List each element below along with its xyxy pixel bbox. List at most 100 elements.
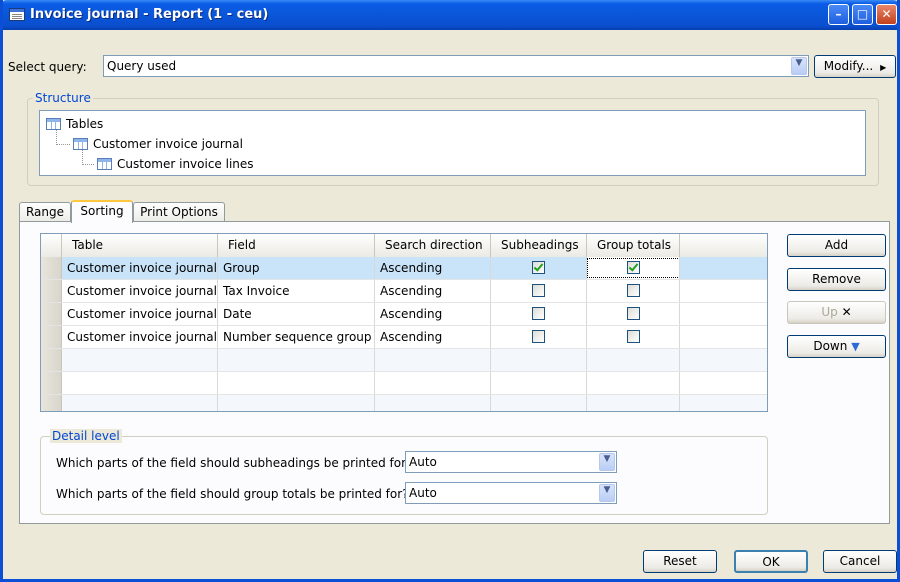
empty-cell	[218, 395, 375, 411]
tree-node-customer-invoice-journal[interactable]: Customer invoice journal	[73, 137, 243, 151]
tree-node-label: Customer invoice journal	[93, 137, 243, 151]
empty-cell	[491, 395, 587, 411]
table-row[interactable]: Customer invoice journal Tax Invoice Asc…	[41, 280, 767, 303]
structure-tree[interactable]: Tables Customer invoice journal Customer…	[39, 110, 866, 176]
table-row[interactable]: Customer invoice journal Date Ascending	[41, 303, 767, 326]
column-header-search-direction[interactable]: Search direction	[375, 234, 491, 257]
cancel-button[interactable]: Cancel	[823, 550, 897, 573]
tree-node-label: Tables	[66, 117, 104, 131]
table-icon	[73, 138, 88, 150]
tables-icon	[46, 118, 61, 130]
cell-subheadings	[491, 257, 587, 279]
cell-table[interactable]: Customer invoice journal	[62, 326, 218, 348]
sorting-grid[interactable]: Table Field Search direction Subheadings…	[40, 233, 768, 412]
cell-group-totals	[587, 326, 680, 348]
row-selector[interactable]	[41, 257, 62, 279]
totals-question-label: Which parts of the field should group to…	[56, 487, 409, 501]
empty-cell	[587, 395, 680, 411]
column-header-group-totals[interactable]: Group totals	[587, 234, 680, 257]
detail-level-group	[40, 436, 768, 515]
up-button[interactable]: Up ✕	[787, 301, 886, 324]
cell-group-totals	[587, 303, 680, 325]
tree-node-customer-invoice-lines[interactable]: Customer invoice lines	[97, 157, 254, 171]
cell-field[interactable]: Date	[218, 303, 375, 325]
tab-print-options[interactable]: Print Options	[133, 202, 225, 222]
group-totals-checkbox[interactable]	[627, 307, 640, 320]
totals-detail-combobox[interactable]: Auto ▼	[405, 482, 617, 504]
ok-button[interactable]: OK	[734, 550, 808, 573]
up-arrow-icon: ✕	[841, 305, 852, 319]
tab-sorting[interactable]: Sorting	[71, 200, 133, 223]
cell-table[interactable]: Customer invoice journal	[62, 257, 218, 279]
select-query-combobox[interactable]: Query used ▼	[103, 55, 809, 77]
cell-field[interactable]: Tax Invoice	[218, 280, 375, 302]
chevron-down-icon[interactable]: ▼	[791, 57, 807, 75]
cell-search-direction[interactable]: Ascending	[375, 280, 491, 302]
cell-search-direction[interactable]: Ascending	[375, 326, 491, 348]
group-totals-checkbox[interactable]	[627, 330, 640, 343]
column-header-field[interactable]: Field	[218, 234, 375, 257]
reset-button[interactable]: Reset	[643, 550, 717, 573]
row-selector[interactable]	[41, 280, 62, 302]
tree-node-label: Customer invoice lines	[117, 157, 254, 171]
row-selector[interactable]	[41, 303, 62, 325]
close-button[interactable]: ✕	[876, 4, 897, 25]
group-totals-checkbox[interactable]	[627, 284, 640, 297]
window-title: Invoice journal - Report (1 - ceu)	[30, 7, 269, 22]
remove-button[interactable]: Remove	[787, 268, 886, 291]
table-row[interactable]: Customer invoice journal Number sequence…	[41, 326, 767, 349]
subheadings-detail-combobox[interactable]: Auto ▼	[405, 451, 617, 473]
empty-cell	[375, 372, 491, 394]
focus-rectangle	[587, 258, 679, 278]
column-header-table[interactable]: Table	[62, 234, 218, 257]
cell-table[interactable]: Customer invoice journal	[62, 280, 218, 302]
totals-detail-value: Auto	[409, 486, 437, 500]
down-button[interactable]: Down ▼	[787, 335, 886, 358]
triangle-right-icon: ▶	[880, 63, 887, 72]
cell-search-direction[interactable]: Ascending	[375, 303, 491, 325]
title-bar[interactable]: Invoice journal - Report (1 - ceu) – □ ✕	[3, 0, 897, 30]
empty-cell	[587, 372, 680, 394]
down-button-label: Down	[813, 339, 848, 353]
chevron-down-icon[interactable]: ▼	[599, 484, 615, 502]
row-selector	[41, 372, 62, 394]
empty-row	[41, 372, 767, 395]
row-selector	[41, 395, 62, 411]
column-header-subheadings[interactable]: Subheadings	[491, 234, 587, 257]
empty-cell	[218, 349, 375, 371]
cell-field[interactable]: Number sequence group	[218, 326, 375, 348]
select-query-value: Query used	[107, 59, 177, 73]
modify-button-label: Modify...	[823, 59, 874, 73]
cell-group-totals	[587, 257, 680, 279]
report-window-icon	[9, 8, 25, 21]
ok-button-label: OK	[762, 555, 780, 569]
cancel-button-label: Cancel	[839, 554, 881, 568]
add-button-label: Add	[824, 238, 849, 252]
row-selector	[41, 349, 62, 371]
cell-search-direction[interactable]: Ascending	[375, 257, 491, 279]
modify-button[interactable]: Modify... ▶	[814, 55, 896, 78]
minimize-button[interactable]: –	[828, 4, 849, 25]
tab-label: Range	[25, 205, 65, 219]
tree-connector	[56, 144, 70, 145]
maximize-button[interactable]: □	[852, 4, 873, 25]
empty-cell	[218, 372, 375, 394]
tree-node-tables[interactable]: Tables	[46, 117, 103, 131]
subheadings-checkbox[interactable]	[532, 307, 545, 320]
tab-label: Sorting	[80, 204, 124, 218]
subheadings-question-label: Which parts of the field should subheadi…	[56, 456, 413, 470]
chevron-down-icon[interactable]: ▼	[599, 453, 615, 471]
add-button[interactable]: Add	[787, 234, 886, 257]
subheadings-checkbox[interactable]	[532, 261, 545, 274]
subheadings-checkbox[interactable]	[532, 284, 545, 297]
grid-header: Table Field Search direction Subheadings…	[41, 234, 767, 258]
row-selector[interactable]	[41, 326, 62, 348]
cell-table[interactable]: Customer invoice journal	[62, 303, 218, 325]
tab-range[interactable]: Range	[19, 202, 71, 222]
cell-subheadings	[491, 326, 587, 348]
subheadings-checkbox[interactable]	[532, 330, 545, 343]
cell-field[interactable]: Group	[218, 257, 375, 279]
table-row[interactable]: Customer invoice journal Group Ascending	[41, 257, 767, 280]
remove-button-label: Remove	[812, 272, 861, 286]
empty-cell	[375, 395, 491, 411]
